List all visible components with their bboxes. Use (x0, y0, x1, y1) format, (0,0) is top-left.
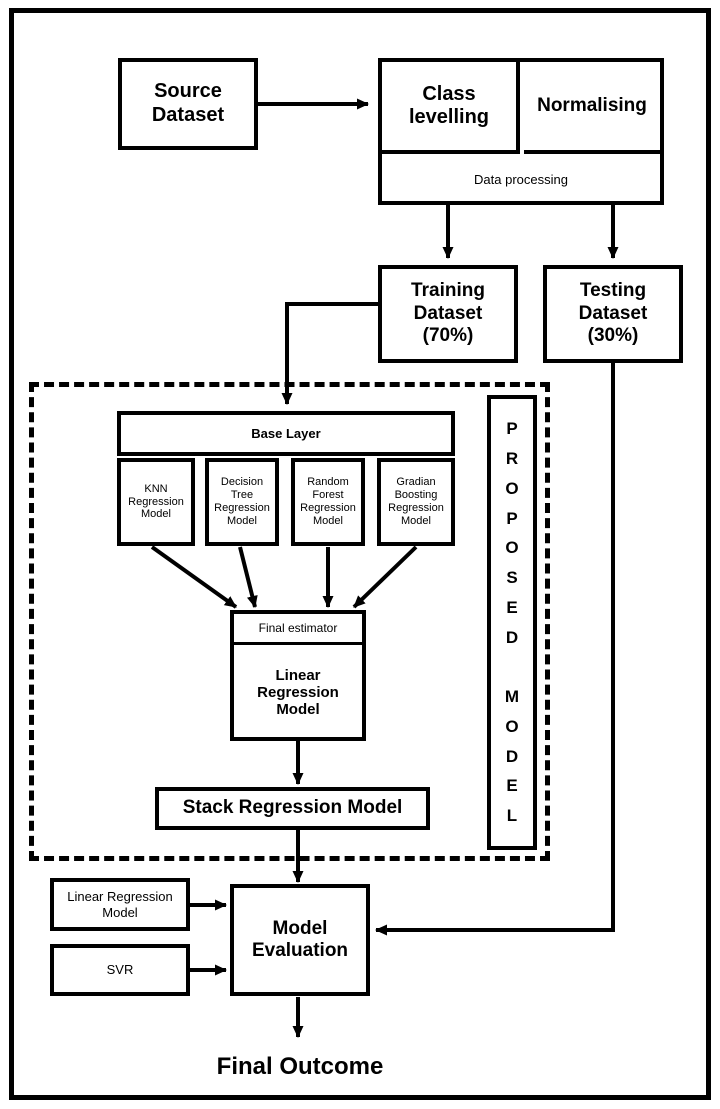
node-random-forest-regression-model[interactable]: Random Forest Regression Model (291, 458, 365, 546)
node-source-dataset[interactable]: Source Dataset (118, 58, 258, 150)
proposed-model-label: P R O P O S E D M O D E L (504, 419, 520, 825)
node-model-evaluation[interactable]: Model Evaluation (230, 884, 370, 996)
node-svr[interactable]: SVR (50, 944, 190, 996)
svr-label: SVR (106, 962, 134, 978)
final-estimator-label: Final estimator (258, 621, 338, 635)
model-evaluation-label: Model Evaluation (251, 917, 349, 961)
node-proposed-model[interactable]: P R O P O S E D M O D E L (487, 395, 537, 850)
node-base-layer[interactable]: Base Layer (117, 411, 455, 456)
node-gradian-boosting-regression-model[interactable]: Gradian Boosting Regression Model (377, 458, 455, 546)
label-final-outcome: Final Outcome (150, 1053, 450, 1081)
final-outcome-text: Final Outcome (216, 1053, 384, 1080)
normalising-label: Normalising (537, 95, 647, 116)
node-knn-regression-model[interactable]: KNN Regression Model (117, 458, 195, 546)
node-final-estimator-header[interactable]: Final estimator (234, 614, 362, 645)
class-levelling-label: Class levelling (408, 83, 490, 128)
testing-dataset-label: Testing Dataset (30%) (578, 280, 648, 347)
node-decision-tree-regression-model[interactable]: Decision Tree Regression Model (205, 458, 279, 546)
node-stack-regression-model[interactable]: Stack Regression Model (155, 787, 430, 830)
node-normalising[interactable]: Normalising (524, 62, 660, 154)
source-dataset-label: Source Dataset (151, 80, 225, 126)
gradian-boosting-model-label: Gradian Boosting Regression Model (388, 476, 444, 527)
base-layer-label: Base Layer (251, 425, 321, 441)
node-final-estimator-body[interactable]: Linear Regression Model (234, 648, 362, 737)
decision-tree-model-label: Decision Tree Regression Model (214, 476, 270, 527)
node-data-processing[interactable]: Data processing (382, 158, 660, 201)
linear-regression-estimator-label: Linear Regression Model (257, 667, 339, 718)
stack-regression-model-label: Stack Regression Model (182, 797, 403, 819)
linear-regression-baseline-label: Linear Regression Model (67, 889, 173, 920)
node-testing-dataset[interactable]: Testing Dataset (30%) (543, 265, 683, 363)
knn-model-label: KNN Regression Model (128, 482, 184, 521)
node-linear-regression-baseline[interactable]: Linear Regression Model (50, 878, 190, 931)
node-class-levelling[interactable]: Class levelling (382, 62, 520, 154)
node-training-dataset[interactable]: Training Dataset (70%) (378, 265, 518, 363)
flowchart-canvas: Source Dataset Class levelling Normalisi… (0, 0, 720, 1109)
training-dataset-label: Training Dataset (70%) (411, 280, 485, 347)
data-processing-label: Data processing (474, 172, 568, 187)
random-forest-model-label: Random Forest Regression Model (300, 476, 356, 527)
